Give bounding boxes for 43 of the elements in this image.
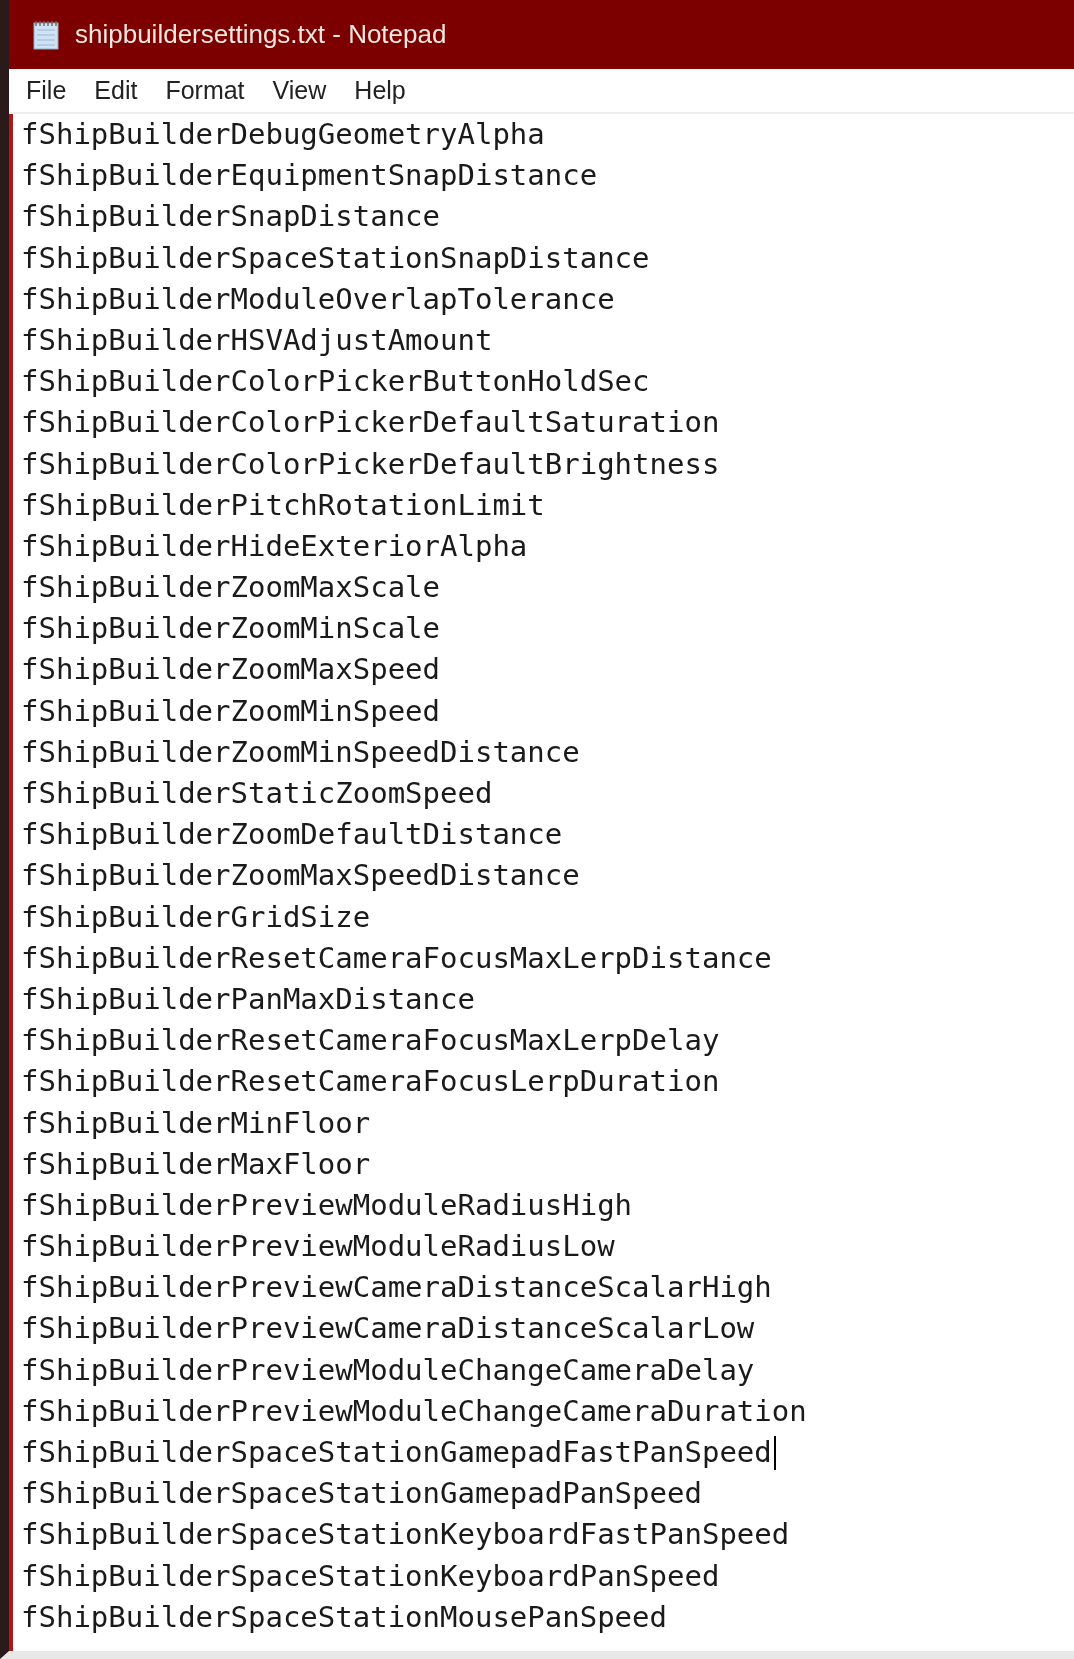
text-line: fShipBuilderZoomDefaultDistance [21, 816, 563, 854]
window-title: shipbuildersettings.txt - Notepad [75, 19, 447, 50]
text-line: fShipBuilderSnapDistance [21, 198, 441, 236]
text-line: fShipBuilderPreviewModuleChangeCameraDuration [21, 1392, 807, 1430]
text-line: fShipBuilderResetCameraFocusMaxLerpDistance [21, 939, 772, 977]
text-line: fShipBuilderPreviewModuleChangeCameraDelay [21, 1351, 755, 1389]
text-line: fShipBuilderColorPickerDefaultSaturation [21, 404, 720, 442]
text-line: fShipBuilderPreviewModuleRadiusLow [21, 1228, 615, 1266]
text-line: fShipBuilderStaticZoomSpeed [21, 775, 493, 812]
menu-item[interactable]: Help [354, 76, 406, 105]
text-line: fShipBuilderZoomMaxSpeed [21, 651, 441, 689]
text-line: fShipBuilderSpaceStationGamepadPanSpeed [21, 1475, 702, 1513]
text-line: fShipBuilderEquipmentSnapDistance [21, 157, 598, 195]
text-line: fShipBuilderPreviewModuleRadiusHigh [21, 1186, 633, 1224]
text-line: fShipBuilderZoomMinSpeed [21, 692, 441, 730]
text-line: fShipBuilderZoomMinSpeedDistance [21, 733, 580, 771]
text-line: fShipBuilderResetCameraFocusMaxLerpDelay [21, 1022, 720, 1060]
text-line: fShipBuilderHideExteriorAlpha [21, 527, 528, 565]
menu-item[interactable]: Format [165, 76, 245, 105]
text-line: fShipBuilderPreviewCameraDistanceScalarLow [21, 1310, 755, 1348]
text-line: fShipBuilderHSVAdjustAmount [21, 321, 493, 359]
text-line: fShipBuilderModuleOverlapTolerance [21, 280, 615, 318]
menu-item[interactable]: View [272, 76, 327, 105]
text-line: fShipBuilderSpaceStationKeyboardFastPanSpeed [21, 1516, 790, 1554]
text-line: fShipBuilderSpaceStationSnapDistance [21, 239, 650, 277]
text-line: fShipBuilderMaxFloor [21, 1145, 371, 1183]
text-line: fShipBuilderPitchRotationLimit [21, 486, 545, 524]
text-line: fShipBuilderSpaceStationGamepadFastPanSpeed [21, 1434, 772, 1471]
text-line: fShipBuilderSpaceStationMousePanSpeed [21, 1598, 667, 1636]
text-line: fShipBuilderZoomMaxScale [21, 569, 441, 607]
text-line: fShipBuilderGridSize [21, 898, 371, 936]
menu-item[interactable]: Edit [94, 76, 138, 105]
text-line: fShipBuilderPanMaxDistance [21, 980, 475, 1018]
text-line: fShipBuilderResetCameraFocusLerpDuration [21, 1063, 720, 1101]
text-line: fShipBuilderZoomMinScale [21, 610, 441, 648]
text-line: fShipBuilderSpaceStationKeyboardPanSpeed [21, 1557, 720, 1595]
text-line: fShipBuilderPreviewCameraDistanceScalarHigh [21, 1269, 772, 1307]
text-line: fShipBuilderZoomMaxSpeedDistance [21, 857, 580, 895]
menu-item[interactable]: File [26, 76, 67, 105]
text-line: fShipBuilderMinFloor [21, 1104, 371, 1142]
text-line: fShipBuilderColorPickerDefaultBrightness [21, 445, 720, 483]
text-line: fShipBuilderColorPickerButtonHoldSec [21, 363, 650, 401]
text-line: fShipBuilderDebugGeometryAlpha [21, 116, 545, 153]
